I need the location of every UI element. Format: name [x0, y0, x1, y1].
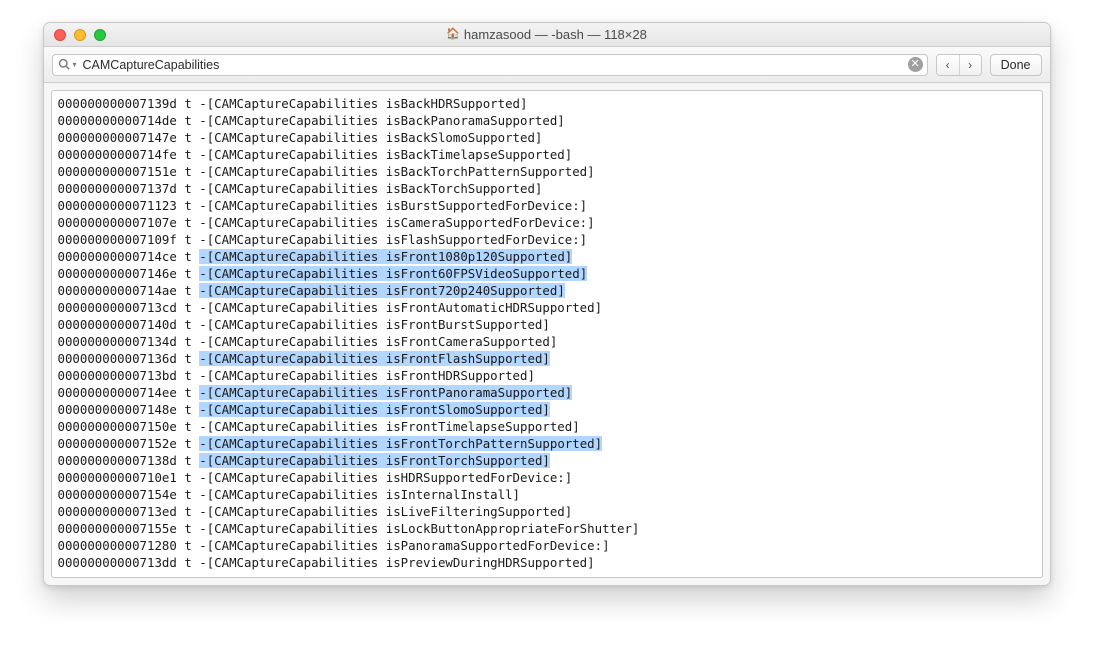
done-button[interactable]: Done [990, 54, 1042, 76]
terminal-line[interactable]: 000000000007148e t -[CAMCaptureCapabilit… [58, 401, 1036, 418]
terminal-line[interactable]: 000000000007150e t -[CAMCaptureCapabilit… [58, 418, 1036, 435]
terminal-line[interactable]: 000000000007140d t -[CAMCaptureCapabilit… [58, 316, 1036, 333]
search-field-wrap[interactable]: ▾ ✕ [52, 54, 928, 76]
highlighted-symbol: -[CAMCaptureCapabilities isFrontFlashSup… [199, 351, 550, 366]
highlighted-symbol: -[CAMCaptureCapabilities isFrontPanorama… [199, 385, 572, 400]
terminal-line[interactable]: 00000000000710e1 t -[CAMCaptureCapabilit… [58, 469, 1036, 486]
find-next-button[interactable]: › [959, 55, 981, 75]
terminal-line[interactable]: 00000000000714de t -[CAMCaptureCapabilit… [58, 112, 1036, 129]
traffic-lights [44, 29, 106, 41]
terminal-line[interactable]: 000000000007139d t -[CAMCaptureCapabilit… [58, 95, 1036, 112]
highlighted-symbol: -[CAMCaptureCapabilities isFrontTorchSup… [199, 453, 550, 468]
terminal-line[interactable]: 000000000007146e t -[CAMCaptureCapabilit… [58, 265, 1036, 282]
terminal-line[interactable]: 000000000007154e t -[CAMCaptureCapabilit… [58, 486, 1036, 503]
terminal-line[interactable]: 000000000007155e t -[CAMCaptureCapabilit… [58, 520, 1036, 537]
find-toolbar: ▾ ✕ ‹ › Done [44, 47, 1050, 83]
search-icon [57, 58, 73, 72]
search-input[interactable] [81, 57, 908, 73]
highlighted-symbol: -[CAMCaptureCapabilities isFrontTorchPat… [199, 436, 602, 451]
clear-search-button[interactable]: ✕ [908, 57, 923, 72]
highlighted-symbol: -[CAMCaptureCapabilities isFront720p240S… [199, 283, 565, 298]
window-title: 🏠 hamzasood — -bash — 118×28 [44, 27, 1050, 42]
find-nav-group: ‹ › [936, 54, 982, 76]
terminal-line[interactable]: 000000000007134d t -[CAMCaptureCapabilit… [58, 333, 1036, 350]
close-window-button[interactable] [54, 29, 66, 41]
highlighted-symbol: -[CAMCaptureCapabilities isFront60FPSVid… [199, 266, 587, 281]
terminal-line[interactable]: 0000000000071280 t -[CAMCaptureCapabilit… [58, 537, 1036, 554]
minimize-window-button[interactable] [74, 29, 86, 41]
highlighted-symbol: -[CAMCaptureCapabilities isFront1080p120… [199, 249, 572, 264]
zoom-window-button[interactable] [94, 29, 106, 41]
terminal-line[interactable]: 00000000000713cd t -[CAMCaptureCapabilit… [58, 299, 1036, 316]
home-icon: 🏠 [446, 29, 460, 40]
terminal-line[interactable]: 000000000007138d t -[CAMCaptureCapabilit… [58, 452, 1036, 469]
terminal-line[interactable]: 00000000000714ae t -[CAMCaptureCapabilit… [58, 282, 1036, 299]
terminal-line[interactable]: 000000000007109f t -[CAMCaptureCapabilit… [58, 231, 1036, 248]
terminal-line[interactable]: 000000000007107e t -[CAMCaptureCapabilit… [58, 214, 1036, 231]
titlebar[interactable]: 🏠 hamzasood — -bash — 118×28 [44, 23, 1050, 47]
terminal-content[interactable]: 000000000007139d t -[CAMCaptureCapabilit… [51, 90, 1043, 578]
terminal-line[interactable]: 00000000000714ce t -[CAMCaptureCapabilit… [58, 248, 1036, 265]
highlighted-symbol: -[CAMCaptureCapabilities isFrontSlomoSup… [199, 402, 550, 417]
terminal-line[interactable]: 00000000000714ee t -[CAMCaptureCapabilit… [58, 384, 1036, 401]
terminal-line[interactable]: 00000000000714fe t -[CAMCaptureCapabilit… [58, 146, 1036, 163]
terminal-line[interactable]: 00000000000713dd t -[CAMCaptureCapabilit… [58, 554, 1036, 571]
terminal-window: 🏠 hamzasood — -bash — 118×28 ▾ ✕ ‹ › Don… [43, 22, 1051, 586]
chevron-down-icon[interactable]: ▾ [73, 61, 81, 69]
terminal-line[interactable]: 00000000000713bd t -[CAMCaptureCapabilit… [58, 367, 1036, 384]
terminal-line[interactable]: 000000000007147e t -[CAMCaptureCapabilit… [58, 129, 1036, 146]
terminal-line[interactable]: 0000000000071123 t -[CAMCaptureCapabilit… [58, 197, 1036, 214]
find-previous-button[interactable]: ‹ [937, 55, 959, 75]
terminal-line[interactable]: 000000000007152e t -[CAMCaptureCapabilit… [58, 435, 1036, 452]
window-title-text: hamzasood — -bash — 118×28 [464, 27, 647, 42]
terminal-line[interactable]: 000000000007136d t -[CAMCaptureCapabilit… [58, 350, 1036, 367]
terminal-line[interactable]: 000000000007151e t -[CAMCaptureCapabilit… [58, 163, 1036, 180]
terminal-line[interactable]: 00000000000713ed t -[CAMCaptureCapabilit… [58, 503, 1036, 520]
terminal-line[interactable]: 000000000007137d t -[CAMCaptureCapabilit… [58, 180, 1036, 197]
